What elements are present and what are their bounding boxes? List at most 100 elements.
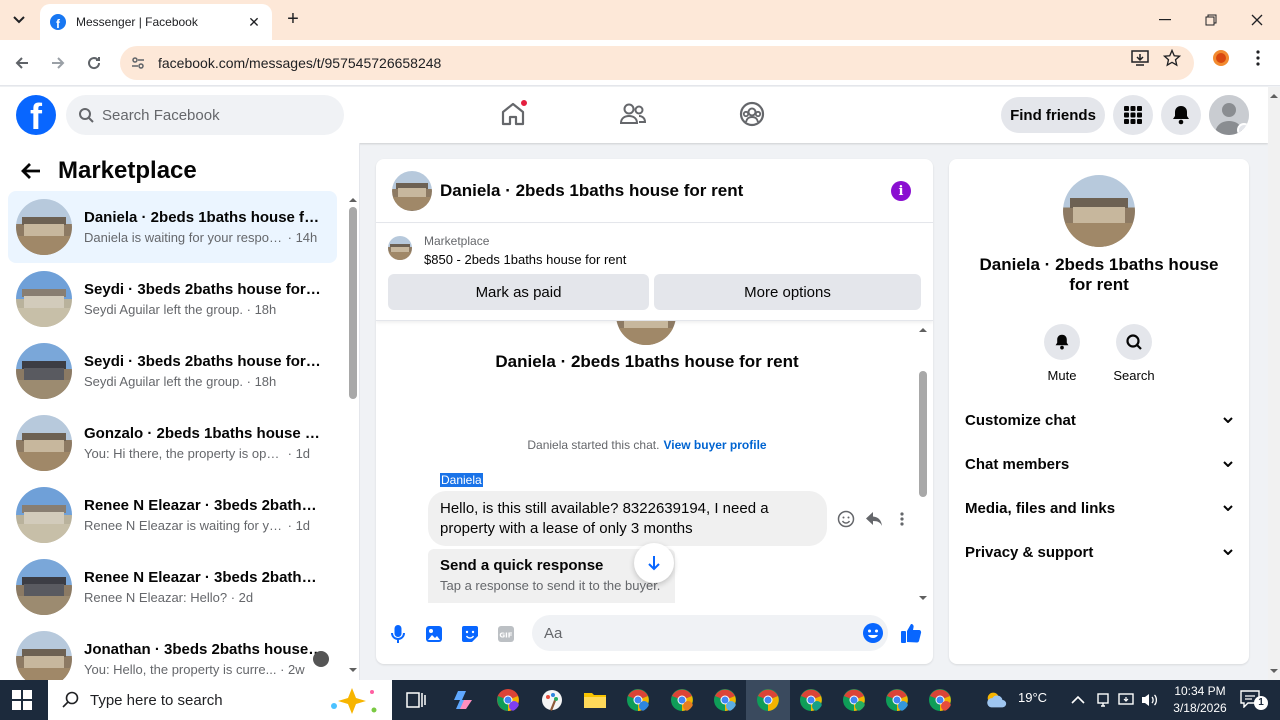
- sidebar-scrollbar[interactable]: [346, 193, 358, 677]
- scroll-up-arrow-icon[interactable]: [1268, 91, 1280, 101]
- conversation-item[interactable]: Renee N Eleazar · 3beds 2baths house for…: [8, 551, 337, 623]
- back-button[interactable]: [10, 51, 34, 75]
- volume-icon[interactable]: [1141, 692, 1159, 708]
- chrome-active-icon[interactable]: [756, 688, 780, 712]
- scroll-up-arrow-icon[interactable]: [347, 195, 359, 205]
- paint-app-icon[interactable]: [540, 688, 564, 712]
- chrome-icon[interactable]: [496, 688, 520, 712]
- taskbar-search-input[interactable]: [90, 691, 290, 709]
- profile-extension-icon[interactable]: [1211, 48, 1231, 68]
- chrome-profile-icon[interactable]: [799, 688, 823, 712]
- weather-cloud-icon[interactable]: [984, 688, 1008, 712]
- listing-thumbnail[interactable]: [388, 236, 412, 260]
- conversation-item[interactable]: Seydi · 3beds 2baths house for rent Seyd…: [8, 263, 337, 335]
- media-files-section[interactable]: Media, files and links: [965, 494, 1233, 522]
- conversation-item[interactable]: Gonzalo · 2beds 1baths house for rent Yo…: [8, 407, 337, 479]
- system-clock[interactable]: 10:34 PM 3/18/2026: [1162, 683, 1238, 717]
- facebook-logo-icon[interactable]: f: [16, 95, 56, 135]
- message-scrollbar[interactable]: [916, 321, 930, 601]
- message-input[interactable]: [544, 624, 844, 642]
- chevron-down-icon: [1223, 549, 1233, 555]
- chrome-profile-icon[interactable]: [842, 688, 866, 712]
- network-icon[interactable]: [1118, 692, 1134, 708]
- browser-menu-icon[interactable]: [1248, 48, 1268, 68]
- gif-button[interactable]: GIF: [496, 624, 516, 644]
- message-input-wrapper[interactable]: [532, 615, 888, 651]
- home-nav-button[interactable]: [498, 99, 528, 129]
- scroll-to-bottom-button[interactable]: [634, 543, 674, 583]
- notifications-button[interactable]: [1161, 95, 1201, 135]
- info-icon[interactable]: i: [891, 181, 911, 201]
- voice-clip-button[interactable]: [388, 624, 408, 644]
- chevron-up-icon[interactable]: [1070, 692, 1086, 708]
- chat-title[interactable]: Daniela · 2beds 1baths house for rent: [440, 181, 743, 201]
- scroll-down-arrow-icon[interactable]: [347, 665, 359, 675]
- tab-search-button[interactable]: [8, 9, 30, 31]
- taskbar-search[interactable]: [48, 680, 392, 720]
- tab-close-icon[interactable]: ✕: [246, 14, 262, 31]
- forward-button[interactable]: [46, 51, 70, 75]
- chrome-profile-icon[interactable]: [626, 688, 650, 712]
- chat-members-section[interactable]: Chat members: [965, 450, 1233, 478]
- conversation-item[interactable]: Seydi · 3beds 2baths house for rent Seyd…: [8, 335, 337, 407]
- chrome-profile-icon[interactable]: [670, 688, 694, 712]
- conversation-item[interactable]: Daniela · 2beds 1baths house for rent Da…: [8, 191, 337, 263]
- arrow-left-icon[interactable]: [20, 162, 42, 180]
- minimize-button[interactable]: [1142, 0, 1188, 40]
- privacy-support-section[interactable]: Privacy & support: [965, 538, 1233, 566]
- new-tab-button[interactable]: +: [282, 8, 304, 30]
- find-friends-button[interactable]: Find friends: [1001, 97, 1105, 133]
- listing-price[interactable]: $850 - 2beds 1baths house for rent: [424, 252, 626, 267]
- scroll-up-arrow-icon[interactable]: [917, 325, 929, 335]
- contact-photo[interactable]: [1063, 175, 1135, 247]
- restore-button[interactable]: [1188, 0, 1234, 40]
- view-buyer-profile-link[interactable]: View buyer profile: [663, 438, 766, 452]
- message-bubble[interactable]: Hello, is this still available? 83226391…: [428, 491, 827, 546]
- task-view-icon[interactable]: [404, 688, 428, 712]
- reload-button[interactable]: [82, 51, 106, 75]
- account-avatar[interactable]: [1209, 95, 1249, 135]
- scroll-down-arrow-icon[interactable]: [917, 593, 929, 603]
- windows-start-icon[interactable]: [12, 690, 32, 710]
- close-window-button[interactable]: [1234, 0, 1280, 40]
- weather-temperature[interactable]: 19°C: [1018, 690, 1047, 705]
- attach-photo-button[interactable]: [424, 624, 444, 644]
- facebook-search-input[interactable]: [102, 106, 322, 124]
- react-button[interactable]: [836, 509, 856, 529]
- copilot-icon[interactable]: [452, 688, 476, 712]
- send-like-button[interactable]: [899, 621, 923, 645]
- mark-as-paid-button[interactable]: Mark as paid: [388, 274, 649, 310]
- browser-tab-messenger[interactable]: f Messenger | Facebook ✕: [40, 4, 272, 40]
- site-info-icon[interactable]: [130, 55, 146, 71]
- notification-center-button[interactable]: 1: [1240, 690, 1268, 710]
- bookmark-star-icon[interactable]: [1162, 48, 1182, 68]
- conversation-item[interactable]: Jonathan · 3beds 2baths house for rent Y…: [8, 623, 337, 680]
- chrome-profile-icon[interactable]: [885, 688, 909, 712]
- sidebar-scroll-thumb[interactable]: [349, 207, 357, 399]
- url-text[interactable]: facebook.com/messages/t/957545726658248: [158, 55, 441, 71]
- install-app-icon[interactable]: [1130, 48, 1150, 68]
- message-more-button[interactable]: [892, 509, 912, 529]
- facebook-search[interactable]: [66, 95, 344, 135]
- customize-chat-section[interactable]: Customize chat: [965, 406, 1233, 434]
- groups-nav-button[interactable]: [737, 99, 767, 129]
- emoji-icon[interactable]: [862, 622, 884, 644]
- sticker-button[interactable]: [460, 624, 480, 644]
- menu-grid-button[interactable]: [1113, 95, 1153, 135]
- search-action[interactable]: Search: [1104, 324, 1164, 383]
- reply-button[interactable]: [864, 509, 884, 529]
- mute-action[interactable]: Mute: [1032, 324, 1092, 383]
- bell-icon: [1173, 106, 1189, 125]
- chat-avatar[interactable]: [392, 170, 432, 211]
- device-icon[interactable]: [1095, 692, 1111, 708]
- conversation-item[interactable]: Renee N Eleazar · 3beds 2baths house for…: [8, 479, 337, 551]
- scroll-down-arrow-icon[interactable]: [1268, 666, 1280, 676]
- friends-nav-button[interactable]: [618, 99, 648, 129]
- page-scrollbar[interactable]: [1268, 87, 1280, 680]
- chrome-profile-icon[interactable]: [928, 688, 952, 712]
- more-options-button[interactable]: More options: [654, 274, 921, 310]
- address-bar[interactable]: facebook.com/messages/t/957545726658248: [120, 46, 1194, 80]
- file-explorer-icon[interactable]: [583, 688, 607, 712]
- chrome-profile-icon[interactable]: [713, 688, 737, 712]
- message-scroll-thumb[interactable]: [919, 371, 927, 497]
